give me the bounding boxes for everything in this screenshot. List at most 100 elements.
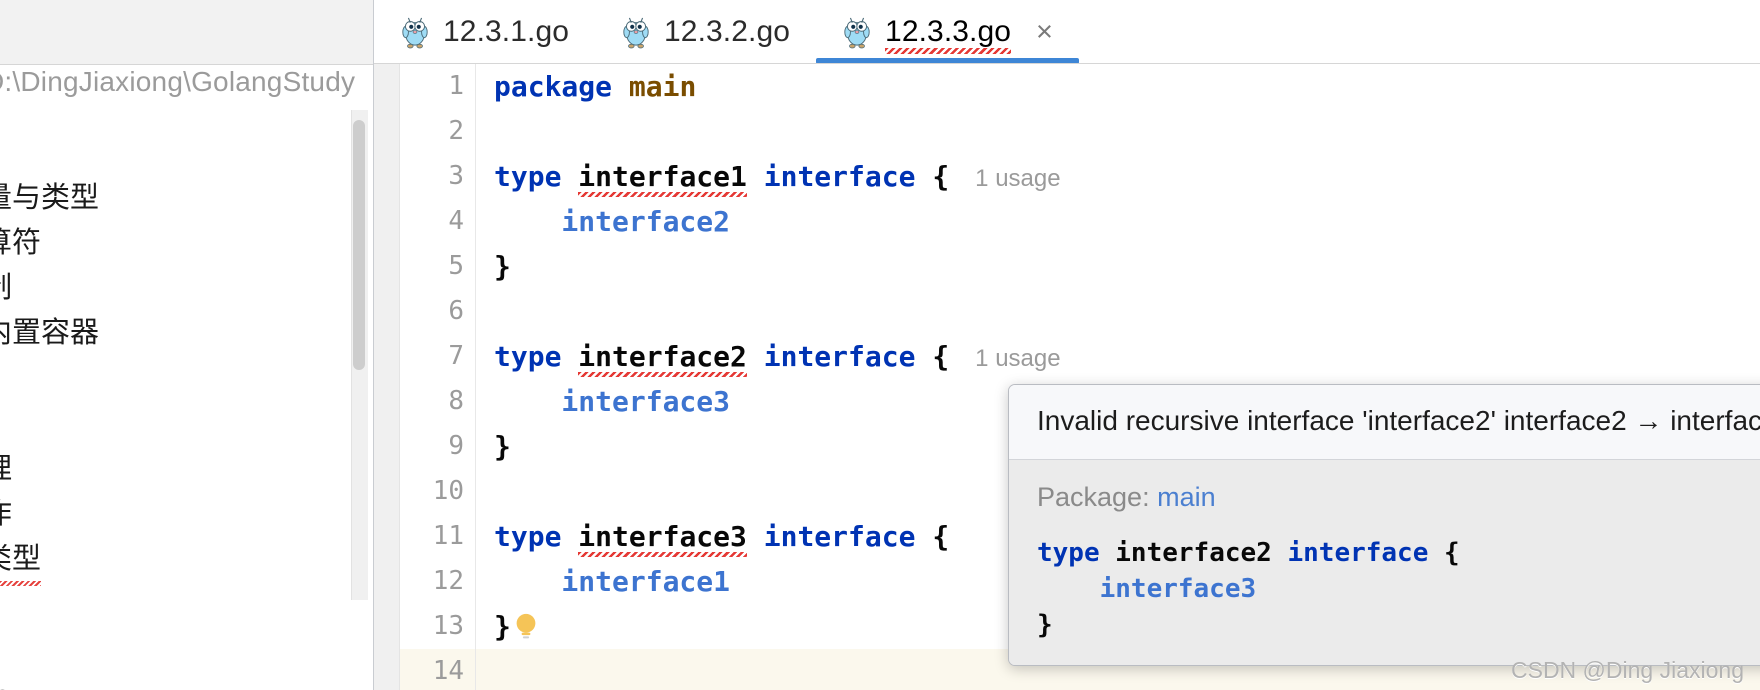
code-line-row[interactable]: type interface2 interface {1 usage — [476, 334, 1760, 379]
line-number-gutter[interactable]: 1 2 3 4 5 6 7 8 9 10 11 12 13 14 — [400, 64, 476, 690]
ide-window: D:\DingJiaxiong\GolangStudy 变量与类型运算符控制言内… — [0, 0, 1760, 690]
line-number[interactable]: 11 — [400, 514, 475, 559]
code-line-row[interactable] — [476, 109, 1760, 154]
project-tree-item-label: 处理 — [0, 453, 12, 485]
popup-package-value[interactable]: main — [1157, 482, 1216, 512]
project-tree-item-label: 操作 — [0, 498, 12, 530]
project-tree-item[interactable]: 与类型 — [0, 537, 373, 586]
code-line-row[interactable]: interface2 — [476, 199, 1760, 244]
code-token: type — [494, 340, 562, 373]
project-tree-item[interactable]: 本 — [0, 402, 373, 447]
line-number[interactable]: 2 — [400, 109, 475, 154]
project-tree-item-label: 1.go — [0, 680, 10, 690]
editor-tab-active[interactable]: 12.3.3.go × — [816, 0, 1079, 64]
documentation-popup[interactable]: Invalid recursive interface 'interface2'… — [1008, 384, 1760, 666]
code-token: type — [494, 160, 562, 193]
code-token: package — [494, 70, 613, 103]
intention-bulb-icon[interactable] — [513, 612, 539, 642]
editor-tab-label: 12.3.1.go — [443, 15, 570, 48]
tree-group-gap — [0, 356, 373, 402]
code-token: interface2 — [494, 205, 731, 238]
sidebar-scrollbar-thumb[interactable] — [353, 120, 365, 370]
line-number[interactable]: 14 — [400, 649, 475, 690]
editor-tab[interactable]: 12.3.2.go — [595, 0, 817, 64]
project-tree-item[interactable]: 变量与类型 — [0, 176, 373, 221]
line-number[interactable]: 10 — [400, 469, 475, 514]
editor-left-rail — [374, 64, 400, 690]
code-token: interface2 — [578, 334, 747, 379]
line-number[interactable]: 7 — [400, 334, 475, 379]
project-tree[interactable]: 变量与类型运算符控制言内置容器本处理操作与类型1.go2.go — [0, 176, 373, 690]
project-tree-item[interactable]: 控制 — [0, 266, 373, 311]
editor-tab-label: 12.3.2.go — [664, 15, 791, 48]
code-token: { — [932, 520, 950, 553]
project-tree-item-label: 控制 — [0, 272, 12, 304]
code-token: interface1 — [494, 565, 731, 598]
code-token: { — [932, 160, 950, 193]
code-line-text: interface2 — [476, 199, 1760, 244]
usage-inlay-hint[interactable]: 1 usage — [949, 345, 1060, 372]
project-tree-item[interactable]: 运算符 — [0, 221, 373, 266]
code-token: interface3 — [578, 514, 747, 559]
editor-tab[interactable]: 12.3.1.go — [374, 0, 596, 64]
tree-group-gap — [0, 582, 373, 628]
editor-tab-bar[interactable]: 12.3.1.go 12.3.2.go 12.3.3.go × — [374, 0, 1760, 64]
code-line-row[interactable]: package main — [476, 64, 1760, 109]
code-line-row[interactable]: } — [476, 244, 1760, 289]
code-token: interface — [763, 340, 916, 373]
line-number[interactable]: 5 — [400, 244, 475, 289]
line-number[interactable]: 6 — [400, 289, 475, 334]
code-token: interface — [763, 520, 916, 553]
code-token: type — [494, 520, 562, 553]
code-token: interface — [763, 160, 916, 193]
sidebar-toolbar — [0, 0, 373, 65]
popup-package-label: Package: — [1037, 482, 1150, 512]
project-tree-item[interactable]: 操作 — [0, 492, 373, 537]
code-token: interface — [1287, 538, 1429, 568]
code-line-row[interactable] — [476, 289, 1760, 334]
popup-code-line: interface3 — [1037, 571, 1760, 607]
code-line-row[interactable]: type interface1 interface {1 usage — [476, 154, 1760, 199]
tree-group-gap — [0, 628, 373, 674]
project-tree-item[interactable]: 1.go — [0, 674, 373, 690]
line-number[interactable]: 9 — [400, 424, 475, 469]
csdn-watermark: CSDN @Ding Jiaxiong — [1511, 657, 1744, 683]
code-token: type — [1037, 538, 1100, 568]
close-icon[interactable]: × — [1036, 17, 1053, 47]
popup-code-line: } — [1037, 607, 1760, 643]
go-gopher-icon — [844, 17, 870, 49]
line-number[interactable]: 4 — [400, 199, 475, 244]
popup-code-snippet: type interface2 interface { interface3} — [1037, 535, 1760, 643]
project-sidebar[interactable]: D:\DingJiaxiong\GolangStudy 变量与类型运算符控制言内… — [0, 0, 374, 690]
code-token: } — [494, 430, 511, 463]
project-tree-item-label: 言内置容器 — [0, 317, 100, 349]
line-number[interactable]: 1 — [400, 64, 475, 109]
project-tree-item-label: 运算符 — [0, 227, 42, 259]
project-root-path: D:\DingJiaxiong\GolangStudy — [0, 66, 356, 97]
code-line-text: package main — [476, 64, 1760, 109]
project-tree-item[interactable]: 处理 — [0, 447, 373, 492]
project-tree-item-label: 与类型 — [0, 537, 42, 586]
line-number[interactable]: 12 — [400, 559, 475, 604]
line-number[interactable]: 8 — [400, 379, 475, 424]
line-number[interactable]: 3 — [400, 154, 475, 199]
code-token: } — [1037, 610, 1053, 640]
code-token: interface1 — [578, 154, 747, 199]
code-token: } — [494, 250, 511, 283]
go-gopher-icon — [623, 17, 649, 49]
code-token: interface2 — [1115, 538, 1272, 568]
popup-code-line: type interface2 interface { — [1037, 535, 1760, 571]
popup-package-line: Package: main — [1037, 482, 1760, 513]
usage-inlay-hint[interactable]: 1 usage — [949, 165, 1060, 192]
line-number[interactable]: 13 — [400, 604, 475, 649]
project-tree-item[interactable]: 言内置容器 — [0, 311, 373, 356]
